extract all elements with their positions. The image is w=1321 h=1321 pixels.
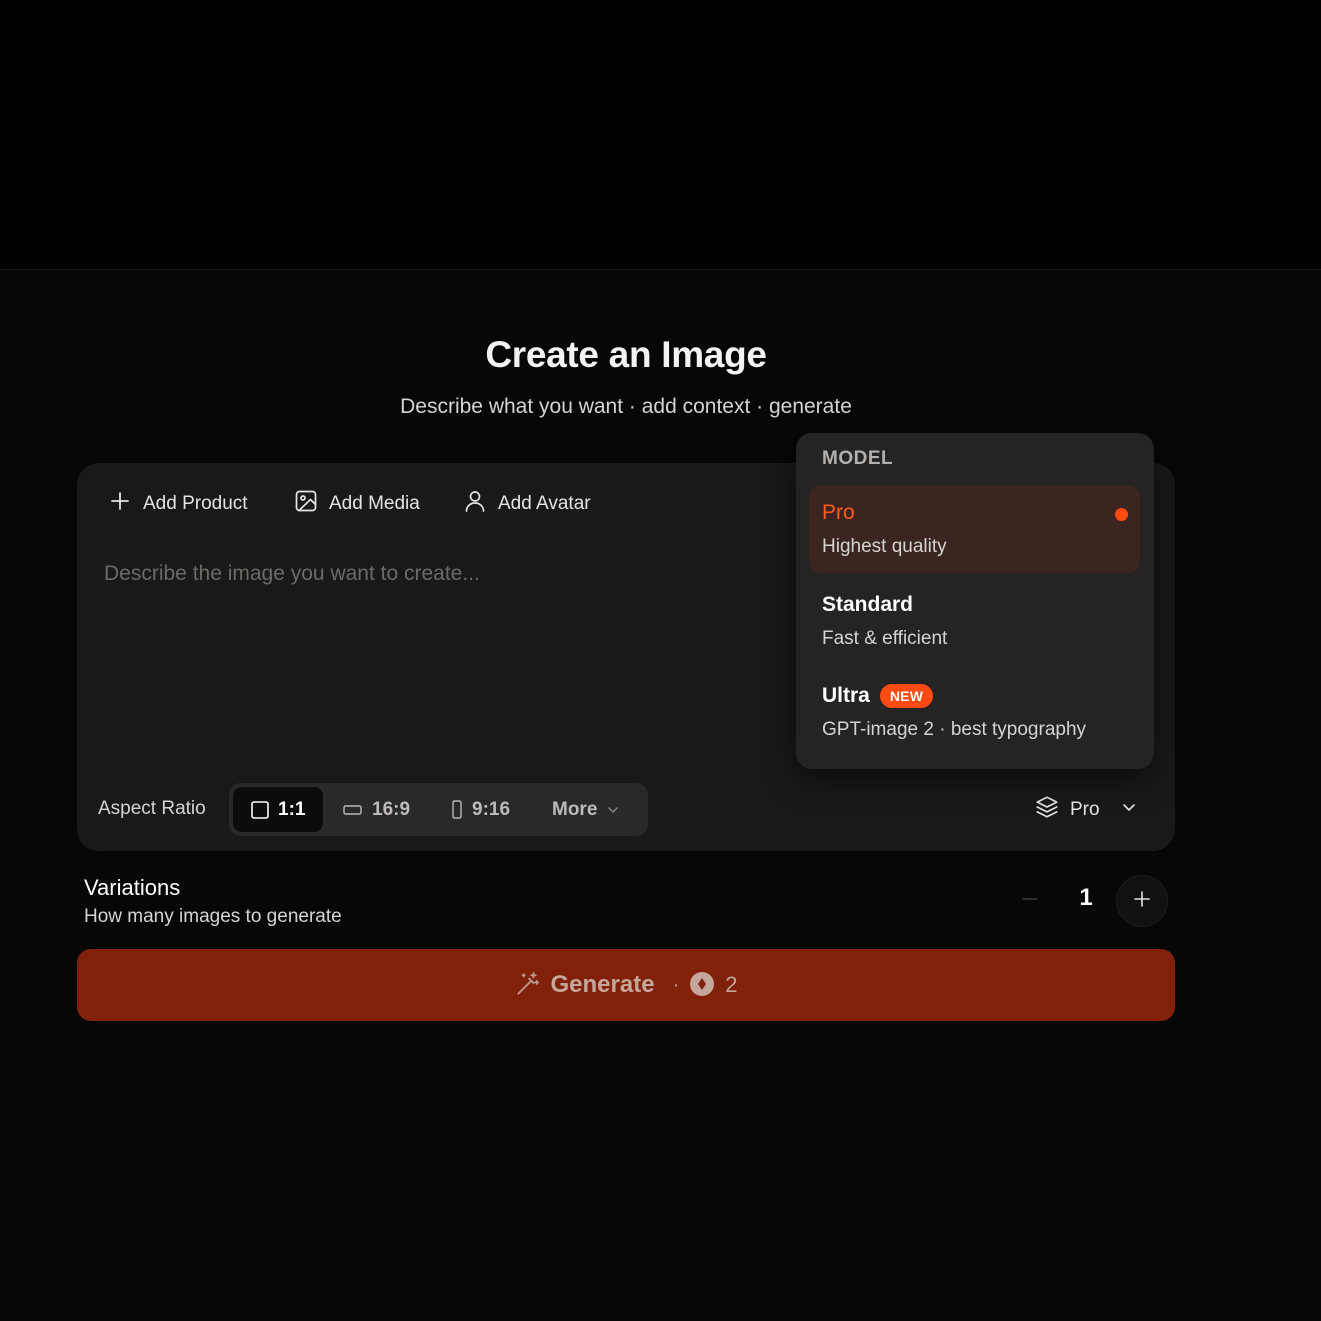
model-selector[interactable]: Pro [1034,795,1138,825]
model-option-name-text: Ultra [822,684,870,707]
add-product-button[interactable]: Add Product [108,488,248,520]
aspect-ratio-option-label: 16:9 [372,798,411,820]
add-avatar-label: Add Avatar [498,493,591,514]
model-selector-label: Pro [1070,799,1100,820]
generate-separator: · [672,973,680,996]
new-badge: NEW [879,684,934,708]
aspect-ratio-group: 1:1 16:9 9:16 More [229,783,648,836]
aspect-ratio-option-label: 9:16 [472,798,511,820]
layers-icon [1034,794,1060,826]
more-label: More [552,798,598,820]
aspect-ratio-more[interactable]: More [552,787,642,832]
aspect-ratio-16-9[interactable]: 16:9 [343,787,443,832]
generate-label: Generate [550,971,655,998]
decrement-button[interactable] [1012,884,1048,918]
aspect-ratio-9-16[interactable]: 9:16 [451,787,541,832]
aspect-ratio-1-1[interactable]: 1:1 [233,787,323,832]
minus-icon [1021,890,1039,913]
variations-count: 1 [1079,884,1093,911]
model-option-pro[interactable]: Pro Highest quality [809,485,1140,573]
portrait-icon [451,799,463,820]
selected-dot-icon [1115,508,1128,521]
add-media-label: Add Media [329,493,420,514]
model-option-description: Highest quality [822,536,947,557]
generate-cost: 2 [725,972,738,997]
model-option-name-text: Pro [822,501,855,524]
aspect-ratio-label: Aspect Ratio [98,798,206,819]
aspect-ratio-option-label: 1:1 [278,798,306,820]
model-option-ultra[interactable]: Ultra NEW GPT-image 2 · best typography [809,668,1140,756]
chevron-down-icon [1120,798,1138,822]
model-dropdown-header: MODEL [822,448,894,469]
model-option-name: Standard [822,593,913,617]
plus-icon [108,489,132,519]
increment-button[interactable] [1116,875,1168,927]
model-option-name: Ultra NEW [822,684,934,708]
page-subtitle: Describe what you want · add context · g… [400,395,852,418]
chevron-down-icon [606,803,620,817]
variations-subtitle: How many images to generate [84,906,342,927]
variations-title: Variations [84,875,181,900]
model-option-name-text: Standard [822,593,914,616]
add-media-button[interactable]: Add Media [294,488,420,520]
model-option-description: Fast & efficient [822,628,948,649]
generate-button[interactable]: Generate · 2 [77,949,1175,1021]
model-dropdown: MODEL Pro Highest quality Standard Fast … [796,433,1154,769]
top-bar [0,0,1321,270]
model-option-standard[interactable]: Standard Fast & efficient [809,577,1140,665]
credit-coin-icon [689,971,715,1000]
page-title: Create an Image [485,334,767,375]
magic-wand-icon [515,971,541,1000]
add-avatar-button[interactable]: Add Avatar [463,488,591,520]
square-icon [251,800,269,819]
plus-icon [1132,889,1152,914]
landscape-icon [343,804,363,816]
image-icon [294,489,318,519]
model-option-name: Pro [822,501,855,525]
user-icon [463,489,487,519]
add-product-label: Add Product [143,493,248,514]
model-option-description: GPT-image 2 · best typography [822,719,1087,740]
prompt-input[interactable] [104,562,784,742]
